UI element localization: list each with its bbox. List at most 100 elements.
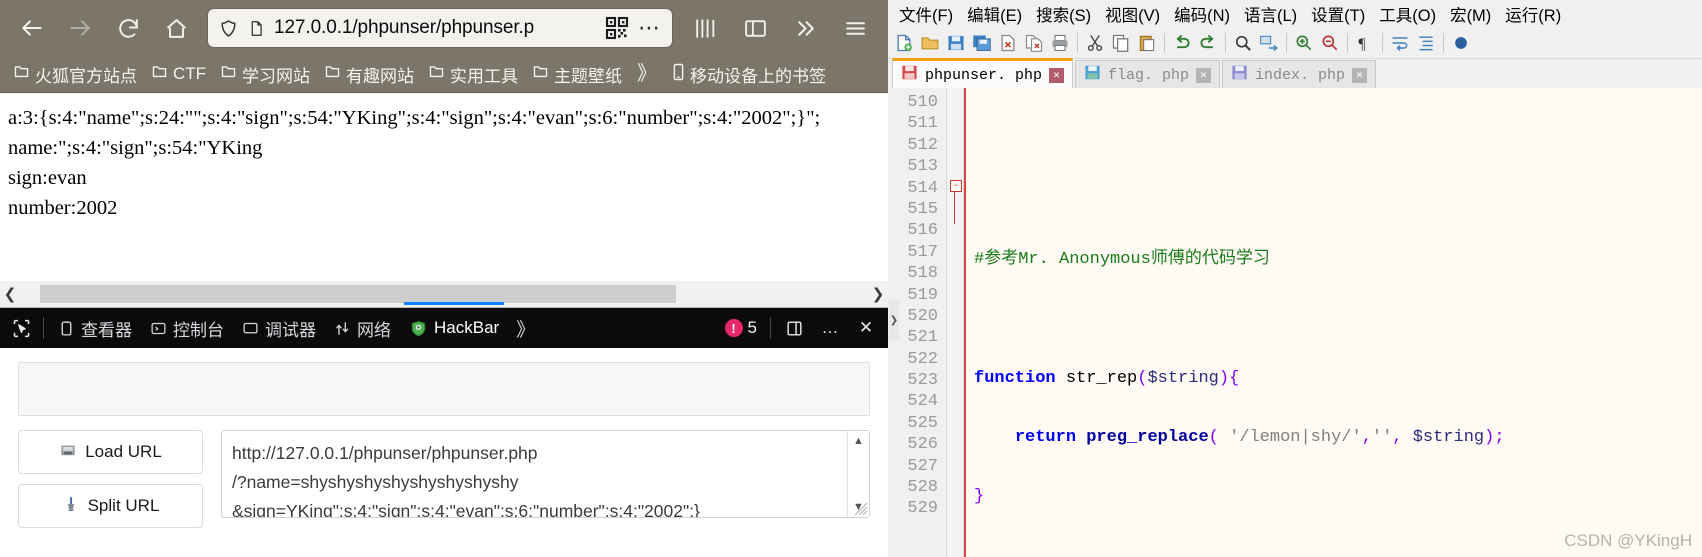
scroll-right-arrow[interactable]: ❯ [868, 285, 888, 303]
scroll-left-arrow[interactable]: ❮ [0, 285, 20, 303]
debugger-icon [242, 320, 259, 337]
editor-tab-label: flag. php [1108, 66, 1190, 84]
bookmarks-overflow-icon[interactable]: 》 [629, 64, 665, 84]
close-all-icon[interactable] [1022, 31, 1046, 55]
zoom-in-icon[interactable] [1292, 31, 1316, 55]
code-folding-margin[interactable]: − [947, 88, 964, 557]
bookmark-item[interactable]: 实用工具 [421, 60, 525, 89]
watermark: CSDN @YKingH [1564, 531, 1692, 550]
page-viewport: a:3:{s:4:"name";s:24:"";s:4:"sign";s:54:… [0, 92, 888, 308]
menu-search[interactable]: 搜索(S) [1029, 0, 1098, 29]
tab-network[interactable]: 网络 [325, 308, 400, 349]
url-textarea[interactable]: http://127.0.0.1/phpunser/phpunser.php /… [221, 430, 870, 518]
forward-button[interactable] [56, 6, 104, 50]
code-area[interactable]: #参考Mr. Anonymous师傅的代码学习 function str_rep… [964, 88, 1702, 557]
close-tab-icon[interactable]: ✕ [1196, 67, 1212, 83]
save-all-icon[interactable] [970, 31, 994, 55]
close-tab-icon[interactable]: ✕ [1049, 67, 1065, 83]
menu-encoding[interactable]: 编码(N) [1167, 0, 1237, 29]
bookmark-item[interactable]: 主题壁纸 [525, 60, 629, 89]
paste-icon[interactable] [1135, 31, 1159, 55]
menu-tools[interactable]: 工具(O) [1372, 0, 1443, 29]
editor-tab-index[interactable]: index. php ✕ [1222, 60, 1377, 89]
fold-range-bar [954, 192, 955, 224]
menu-macro[interactable]: 宏(M) [1443, 0, 1498, 29]
open-file-icon[interactable] [918, 31, 942, 55]
library-icon[interactable] [680, 6, 730, 50]
save-icon[interactable] [944, 31, 968, 55]
devtools-panel: 查看器 控制台 调试器 网络 HackBar 》 ! 5 … ✕ Load UR… [0, 302, 888, 557]
menu-edit[interactable]: 编辑(E) [960, 0, 1029, 29]
editor-tab-phpunser[interactable]: phpunser. php ✕ [892, 58, 1074, 89]
cut-icon[interactable] [1083, 31, 1107, 55]
error-count-badge[interactable]: ! 5 [717, 318, 765, 338]
scroll-up-arrow[interactable]: ▲ [848, 431, 869, 451]
tab-label: 调试器 [265, 320, 316, 340]
home-button[interactable] [152, 6, 200, 50]
save-state-icon [1084, 64, 1101, 86]
qr-code-icon[interactable] [602, 13, 632, 43]
menu-language[interactable]: 语言(L) [1237, 0, 1304, 29]
macro-record-icon[interactable] [1449, 31, 1473, 55]
page-line: a:3:{s:4:"name";s:24:"";s:4:"sign";s:54:… [8, 107, 821, 129]
code-line: return preg_replace( '/lemon|shy/','', $… [1014, 427, 1505, 447]
replace-icon[interactable] [1257, 31, 1281, 55]
devtools-close-icon[interactable]: ✕ [848, 312, 884, 344]
menu-settings[interactable]: 设置(T) [1304, 0, 1372, 29]
dock-toggle-icon[interactable] [776, 312, 812, 344]
menu-file[interactable]: 文件(F) [892, 0, 960, 29]
fold-collapse-icon[interactable]: − [950, 180, 962, 192]
bookmark-item-mobile[interactable]: 移动设备上的书签 [665, 60, 833, 89]
menu-run[interactable]: 运行(R) [1498, 0, 1568, 29]
overflow-chevron-icon[interactable] [780, 6, 830, 50]
devtools-splitter-arrow[interactable]: ❯ [889, 300, 899, 340]
close-file-icon[interactable] [996, 31, 1020, 55]
bookmark-item[interactable]: 学习网站 [213, 60, 317, 89]
devtools-more-icon[interactable]: … [812, 312, 848, 344]
load-url-button[interactable]: Load URL [18, 430, 203, 474]
bookmark-label: 移动设备上的书签 [690, 66, 827, 86]
toolbar-divider [770, 317, 771, 339]
find-icon[interactable] [1231, 31, 1255, 55]
bookmark-item[interactable]: 火狐官方站点 [6, 60, 144, 89]
folder-icon [324, 63, 341, 85]
bookmark-item[interactable]: CTF [144, 61, 213, 87]
line-number: 525 [907, 413, 938, 433]
word-wrap-icon[interactable] [1388, 31, 1412, 55]
redo-icon[interactable] [1196, 31, 1220, 55]
tab-inspector[interactable]: 查看器 [49, 308, 141, 349]
split-url-button[interactable]: Split URL [18, 484, 203, 528]
tab-console[interactable]: 控制台 [141, 308, 233, 349]
devtools-overflow-icon[interactable]: 》 [508, 315, 543, 342]
mobile-device-icon [672, 63, 685, 86]
hackbar-panel: Load URL Split URL http://127.0.0.1/phpu… [0, 362, 888, 557]
new-file-icon[interactable] [892, 31, 916, 55]
sidebar-icon[interactable] [730, 6, 780, 50]
tab-debugger[interactable]: 调试器 [233, 308, 325, 349]
bookmark-item[interactable]: 有趣网站 [317, 60, 421, 89]
menu-view[interactable]: 视图(V) [1098, 0, 1167, 29]
show-all-chars-icon[interactable]: ¶ [1353, 31, 1377, 55]
code-editor[interactable]: 510 511 512 513 514 515 516 517 518 519 … [888, 88, 1702, 557]
devtools-toolbar: 查看器 控制台 调试器 网络 HackBar 》 ! 5 … ✕ [0, 302, 888, 349]
scrollbar-track[interactable] [20, 285, 868, 303]
bookmark-label: 实用工具 [450, 66, 519, 86]
tab-hackbar[interactable]: HackBar [400, 302, 508, 346]
address-bar[interactable]: 127.0.0.1/phpunser/phpunser.p ⋯ [208, 9, 672, 47]
print-icon[interactable] [1048, 31, 1072, 55]
hamburger-menu-icon[interactable] [830, 6, 880, 50]
address-bar-more-icon[interactable]: ⋯ [632, 13, 666, 43]
indent-guide-icon[interactable] [1414, 31, 1438, 55]
undo-icon[interactable] [1170, 31, 1194, 55]
editor-tab-flag[interactable]: flag. php ✕ [1075, 60, 1221, 89]
textarea-resize-handle[interactable] [854, 502, 868, 516]
element-picker-icon[interactable] [4, 312, 38, 344]
copy-icon[interactable] [1109, 31, 1133, 55]
back-button[interactable] [8, 6, 56, 50]
load-url-label: Load URL [85, 442, 162, 461]
url-text[interactable]: 127.0.0.1/phpunser/phpunser.p [270, 17, 602, 39]
scrollbar-thumb[interactable] [40, 285, 676, 303]
close-tab-icon[interactable]: ✕ [1352, 67, 1368, 83]
zoom-out-icon[interactable] [1318, 31, 1342, 55]
reload-button[interactable] [104, 6, 152, 50]
